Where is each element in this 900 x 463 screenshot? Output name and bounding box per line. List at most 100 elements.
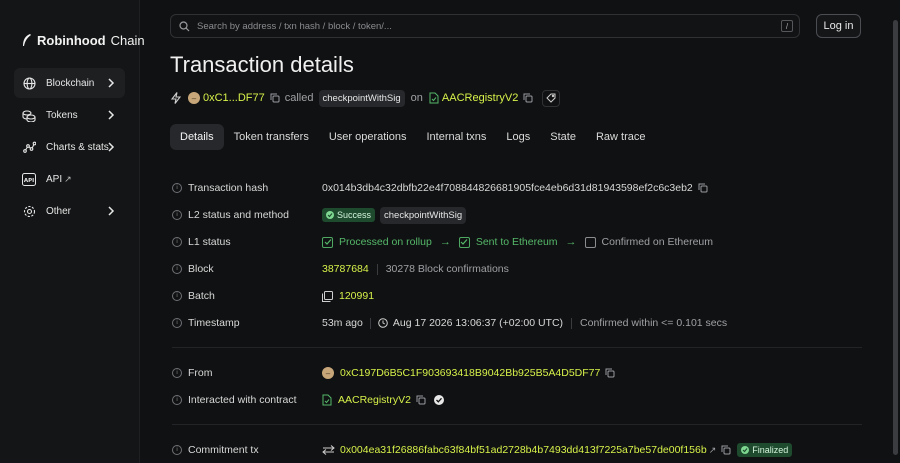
contract-link[interactable]: AACRegistryV2 (338, 394, 411, 406)
info-icon[interactable]: i (172, 183, 182, 193)
batch-icon (322, 290, 333, 302)
method-pill: checkpointWithSig (380, 206, 467, 224)
sidebar-item-api[interactable]: API API ↗ (14, 164, 125, 194)
divider (369, 317, 371, 329)
svg-text:API: API (24, 178, 34, 184)
from-address-short[interactable]: 0xC1...DF77 (203, 92, 265, 104)
divider (376, 263, 378, 275)
row-batch: i Batch 120991 (172, 287, 374, 305)
api-icon: API (21, 171, 37, 187)
tab-user-operations[interactable]: User operations (319, 124, 417, 150)
divider (571, 317, 573, 329)
copy-icon[interactable] (698, 183, 708, 193)
external-link-icon[interactable]: ↗ (709, 445, 717, 456)
commitment-tx-link[interactable]: 0x004ea31f26886fabc63f84bf51ad2728b4b749… (340, 444, 707, 456)
brand-name-bold: Robinhood (37, 33, 106, 48)
tab-token-transfers[interactable]: Token transfers (224, 124, 319, 150)
arrow-right-icon: → (439, 236, 451, 248)
search-shortcut-key: / (781, 20, 793, 32)
gear-icon (21, 203, 37, 219)
chevron-right-icon (108, 206, 115, 216)
finalized-text: Finalized (752, 445, 789, 455)
tag-button[interactable] (542, 89, 561, 107)
row-block: i Block 38787684 30278 Block confirmatio… (172, 260, 509, 278)
tag-icon (546, 93, 556, 103)
checkbox-checked-icon (322, 236, 333, 248)
scrollbar-thumb[interactable] (893, 20, 898, 455)
row-label: Commitment tx (188, 444, 259, 456)
info-icon[interactable]: i (172, 368, 182, 378)
from-address[interactable]: 0xC197D6B5C1F903693418B9042Bb925B5A4D5DF… (340, 367, 600, 379)
sidebar: Robinhood Chain Blockchain Tokens Charts … (0, 0, 145, 463)
search-icon (179, 20, 190, 31)
coins-icon (21, 107, 37, 123)
copy-icon[interactable] (523, 93, 533, 103)
sidebar-item-label: Charts & stats (46, 141, 109, 153)
tab-bar: Details Token transfers User operations … (170, 124, 655, 150)
batch-link[interactable]: 120991 (339, 290, 374, 302)
info-icon[interactable]: i (172, 395, 182, 405)
checkbox-empty-icon (584, 236, 596, 248)
row-l2-status: i L2 status and method Success checkpoin… (172, 206, 467, 224)
feather-icon (23, 34, 31, 46)
tx-hash-value: 0x014b3db4c32dbfb22e4f708844826681905fce… (322, 182, 693, 194)
chart-icon (21, 139, 37, 155)
timestamp-full: Aug 17 2026 13:06:37 (+02:00 UTC) (392, 317, 564, 329)
copy-icon[interactable] (721, 445, 731, 455)
copy-icon[interactable] (416, 395, 426, 405)
info-icon[interactable]: i (172, 264, 182, 274)
info-icon[interactable]: i (172, 237, 182, 247)
sidebar-item-charts[interactable]: Charts & stats (14, 132, 125, 162)
tab-raw-trace[interactable]: Raw trace (586, 124, 656, 150)
row-label: Interacted with contract (188, 394, 297, 406)
login-button[interactable]: Log in (816, 14, 861, 38)
section-divider (172, 424, 862, 425)
check-circle-icon (741, 446, 750, 454)
brand-name-light: Chain (110, 33, 145, 48)
tab-logs[interactable]: Logs (496, 124, 540, 150)
row-label: Transaction hash (188, 182, 269, 194)
sidebar-item-tokens[interactable]: Tokens (14, 100, 125, 130)
status-badge: Success (322, 208, 376, 222)
info-icon[interactable]: i (172, 291, 182, 301)
chevron-right-icon (108, 142, 115, 152)
search-bar[interactable]: / (170, 14, 800, 38)
row-from: i From – 0xC197D6B5C1F903693418B9042Bb92… (172, 364, 615, 382)
brand-logo[interactable]: Robinhood Chain (22, 33, 145, 48)
avatar: – (322, 367, 334, 379)
row-label: L1 status (188, 236, 231, 248)
contract-file-icon (429, 92, 439, 104)
sidebar-item-label: Other (46, 205, 72, 217)
block-link[interactable]: 38787684 (322, 263, 369, 275)
row-l1-status: i L1 status Processed on rollup → Sent t… (172, 233, 713, 251)
checkbox-checked-icon (458, 236, 470, 248)
row-interacted-contract: i Interacted with contract AACRegistryV2 (172, 391, 444, 409)
copy-icon[interactable] (605, 368, 615, 378)
copy-icon[interactable] (270, 93, 280, 103)
tab-state[interactable]: State (540, 124, 586, 150)
row-label: Batch (188, 290, 215, 302)
search-input[interactable] (197, 20, 777, 32)
row-commitment-tx: i Commitment tx 0x004ea31f26886fabc63f84… (172, 441, 793, 459)
sidebar-item-blockchain[interactable]: Blockchain (14, 68, 125, 98)
sidebar-item-other[interactable]: Other (14, 196, 125, 226)
l1-step-processed: Processed on rollup (339, 236, 432, 248)
info-icon[interactable]: i (172, 318, 182, 328)
clock-icon (378, 318, 388, 328)
row-label: From (188, 367, 213, 379)
row-label: L2 status and method (188, 209, 289, 221)
tab-details[interactable]: Details (170, 124, 224, 150)
block-confirmations: 30278 Block confirmations (385, 263, 509, 275)
tab-internal-txns[interactable]: Internal txns (416, 124, 496, 150)
status-text: Success (337, 210, 372, 220)
section-divider (172, 347, 862, 348)
info-icon[interactable]: i (172, 445, 182, 455)
row-transaction-hash: i Transaction hash 0x014b3db4c32dbfb22e4… (172, 179, 708, 197)
row-label: Timestamp (188, 317, 240, 329)
info-icon[interactable]: i (172, 210, 182, 220)
arrow-right-icon: → (565, 236, 577, 248)
row-timestamp: i Timestamp 53m ago Aug 17 2026 13:06:37… (172, 314, 727, 332)
called-text: called (284, 92, 314, 104)
contract-name[interactable]: AACRegistryV2 (442, 92, 518, 104)
chevron-right-icon (108, 78, 115, 88)
